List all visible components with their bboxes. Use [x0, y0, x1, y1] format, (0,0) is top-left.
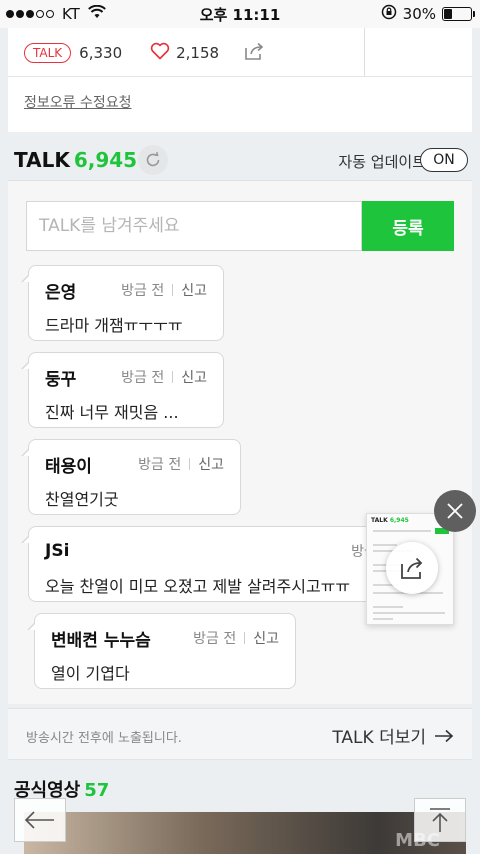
report-button[interactable]: 신고	[181, 280, 207, 300]
scroll-top-button[interactable]	[414, 798, 466, 842]
talk-header: TALK 6,945 자동 업데이트 ON	[14, 144, 474, 176]
comment-time: 방금 전	[138, 457, 182, 473]
close-button[interactable]	[434, 490, 476, 532]
comment-text: 열이 기엽다	[51, 664, 130, 683]
auto-update-toggle[interactable]: ON	[420, 148, 468, 172]
program-info-card: TALK 6,330 2,158 정보오류 수정요청	[8, 28, 472, 132]
arrow-left-icon	[24, 811, 54, 829]
divider	[364, 28, 365, 76]
talk-more-link[interactable]: TALK 더보기	[332, 723, 454, 748]
video-thumbnail[interactable]: MBC	[24, 812, 466, 854]
talk-input[interactable]	[26, 201, 362, 251]
status-bar: KT 오후 11:11 30%	[0, 0, 480, 28]
refresh-icon	[146, 152, 160, 167]
talk-count: 6,330	[79, 44, 123, 62]
comment-author: 태용이	[45, 456, 92, 477]
comment-bubble: 변배켠 누누슴 방금 전 신고 열이 기엽다	[27, 613, 296, 689]
comment-bubble: 은영 방금 전 신고 드라마 개잼ㅠㅜㅜㅠ	[21, 265, 224, 341]
talk-badge[interactable]: TALK	[24, 43, 72, 63]
divider	[8, 76, 472, 77]
official-videos-count: 57	[84, 780, 110, 801]
back-button[interactable]	[14, 798, 66, 842]
close-icon	[447, 503, 463, 519]
battery-icon	[442, 7, 475, 21]
share-preview-title: TALK 6,945	[371, 517, 409, 524]
broadcast-note: 방송시간 전후에 노출됩니다.	[26, 731, 182, 746]
talk-input-row: 등록	[26, 201, 454, 251]
share-icon	[401, 557, 423, 579]
report-button[interactable]: 신고	[253, 628, 279, 648]
heart-icon[interactable]	[150, 42, 170, 64]
talk-title: TALK 6,945	[14, 148, 138, 172]
arrow-right-icon	[435, 729, 454, 742]
battery-percent: 30%	[402, 5, 436, 23]
comment-time: 방금 전	[193, 631, 237, 647]
comment-bubble: 둥꾸 방금 전 신고 진짜 너무 재밋음 ...	[21, 352, 224, 428]
comment-text: 진짜 너무 재밋음 ...	[45, 403, 179, 422]
comment-author: JSi	[45, 541, 70, 561]
comment-author: 변배켠 누누슴	[51, 630, 151, 651]
arrow-up-icon	[430, 808, 450, 832]
comment-author: 둥꾸	[45, 369, 77, 390]
talk-panel: 등록 은영 방금 전신고 드라마 개잼ㅠㅜㅜㅠ 둥꾸 방금 전신고 진짜 너무 …	[8, 180, 472, 704]
rotation-lock-icon	[381, 4, 397, 24]
report-button[interactable]: 신고	[198, 454, 224, 474]
refresh-button[interactable]	[138, 145, 168, 175]
comment-author: 은영	[45, 282, 77, 303]
report-button[interactable]: 신고	[181, 367, 207, 387]
comment-time: 방금 전	[121, 370, 165, 386]
talk-total-count: 6,945	[73, 148, 138, 172]
auto-update-label: 자동 업데이트	[338, 153, 426, 171]
comment-time: 방금 전	[121, 283, 165, 299]
comment-text: 찬열연기굿	[45, 490, 119, 509]
talk-footer: 방송시간 전후에 노출됩니다. TALK 더보기	[8, 708, 472, 760]
like-count: 2,158	[176, 44, 220, 62]
share-icon[interactable]	[243, 41, 265, 65]
comment-text: 드라마 개잼ㅠㅜㅜㅠ	[45, 316, 183, 335]
submit-button[interactable]: 등록	[362, 201, 454, 251]
share-button[interactable]	[386, 542, 438, 594]
report-error-link[interactable]: 정보오류 수정요청	[24, 92, 132, 112]
comment-bubble: 태용이 방금 전 신고 찬열연기굿	[21, 439, 241, 515]
